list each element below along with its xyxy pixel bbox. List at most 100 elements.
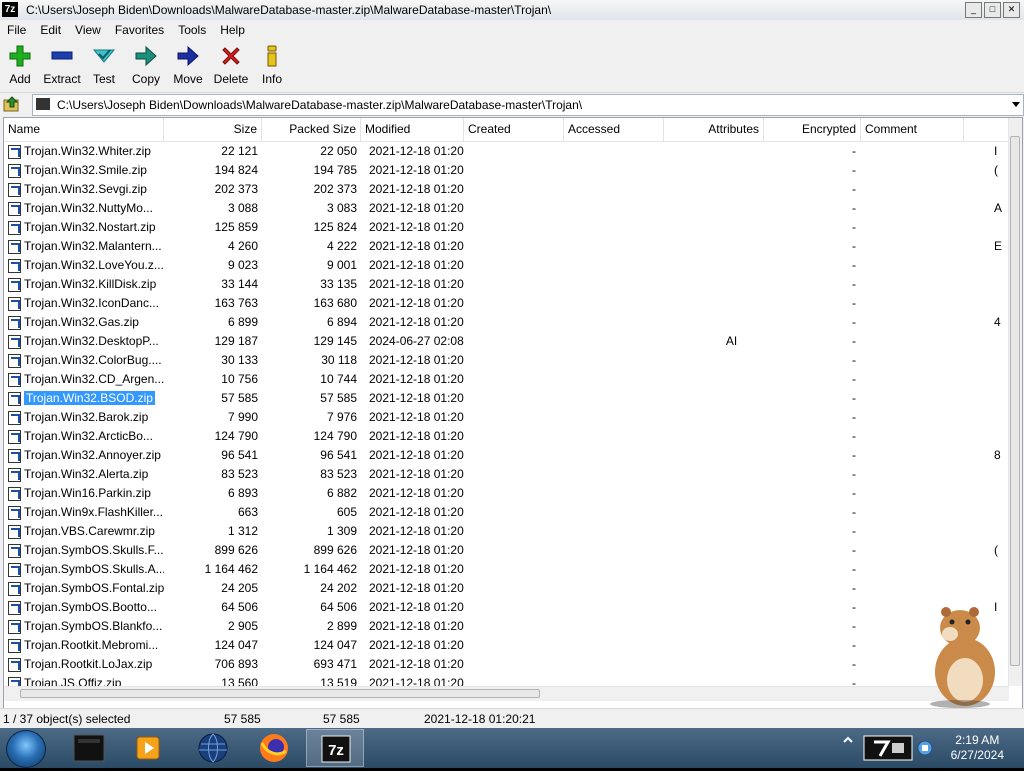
table-row[interactable]: Trojan.Win32.DesktopP... 129 187 129 145 20… [4,332,1009,351]
file-modified: 2021-12-18 01:20 [369,182,464,196]
chevron-down-icon[interactable] [1012,102,1020,107]
table-row[interactable]: Trojan.Win32.Alerta.zip 83 523 83 523 2021-… [4,465,1009,484]
menu-edit[interactable]: Edit [33,20,68,40]
table-row[interactable]: Trojan.Win32.NuttyMo... 3 088 3 083 2021-12… [4,199,1009,218]
file-name: Trojan.Win9x.FlashKiller... [24,505,163,519]
table-row[interactable]: Trojan.Win32.Nostart.zip 125 859 125 824 20… [4,218,1009,237]
zip-file-icon [8,543,21,558]
file-encrypted: - [852,239,856,253]
info-button[interactable]: Info [250,44,294,86]
table-row[interactable]: Trojan.SymbOS.Blankfo... 2 905 2 899 2021-1… [4,617,1009,636]
table-row[interactable]: Trojan.Win32.IconDanc... 163 763 163 680 20… [4,294,1009,313]
table-row[interactable]: Trojan.Win32.ArcticBo... 124 790 124 790 20… [4,427,1009,446]
clock[interactable]: 2:19 AM 6/27/2024 [951,733,1004,763]
table-row[interactable]: Trojan.Win32.LoveYou.z... 9 023 9 001 2021-… [4,256,1009,275]
file-size: 899 626 [214,543,258,557]
horizontal-scrollbar[interactable] [4,686,1009,701]
table-row[interactable]: Trojan.Win32.Annoyer.zip 96 541 96 541 2021… [4,446,1009,465]
table-row[interactable]: Trojan.Win16.Parkin.zip 6 893 6 882 2021-12… [4,484,1009,503]
menu-bar: File Edit View Favorites Tools Help [0,20,1024,40]
column-size[interactable]: Size [164,118,262,141]
taskbar-7zip[interactable]: 7z [306,729,364,767]
menu-help[interactable]: Help [213,20,252,40]
table-row[interactable]: Trojan.SymbOS.Skulls.F.... 899 626 899 626… [4,541,1009,560]
add-button[interactable]: Add [0,44,42,86]
table-row[interactable]: Trojan.Win32.Malantern... 4 260 4 222 2021-… [4,237,1009,256]
table-row[interactable]: Trojan.Win32.ColorBug.... 30 133 30 118 202… [4,351,1009,370]
table-row[interactable]: Trojan.Rootkit.Mebromi... 124 047 124 047 2… [4,636,1009,655]
7zip-app-icon[interactable]: 7z [2,2,18,17]
vertical-scrollbar[interactable] [1008,118,1022,686]
dark-box-app-icon [73,734,105,762]
vertical-scroll-thumb[interactable] [1010,136,1020,666]
table-row[interactable]: Trojan.Rootkit.LoJax.zip 706 893 693 471 20… [4,655,1009,674]
column-comment[interactable]: Comment [861,118,964,141]
file-packed-size: 96 541 [320,448,357,462]
menu-file[interactable]: File [0,20,33,40]
table-row[interactable]: Trojan.Win32.KillDisk.zip 33 144 33 135 202… [4,275,1009,294]
table-row[interactable]: Trojan.Win32.Sevgi.zip 202 373 202 373 2021… [4,180,1009,199]
table-row[interactable]: Trojan.Win32.BSOD.zip 57 585 57 585 2021-12… [4,389,1009,408]
file-size: 57 585 [221,391,258,405]
table-row[interactable]: Trojan.Win32.CD_Argen... 10 756 10 744 2021… [4,370,1009,389]
table-row[interactable]: Trojan.Win32.Barok.zip 7 990 7 976 2021-12-… [4,408,1009,427]
minimize-icon[interactable]: _ [965,2,982,18]
table-row[interactable]: Trojan.Win9x.FlashKiller... 663 605 2021-12… [4,503,1009,522]
folder-up-icon[interactable] [3,95,21,113]
horizontal-scroll-thumb[interactable] [20,689,540,698]
column-attributes[interactable]: Attributes [664,118,764,141]
file-encrypted: - [852,619,856,633]
file-size: 163 763 [214,296,258,310]
column-modified[interactable]: Modified [361,118,464,141]
copy-button[interactable]: Copy [124,44,168,86]
start-orb-icon[interactable] [6,730,46,768]
file-rows: Trojan.Win32.Whiter.zip 22 121 22 050 2021-… [4,142,1009,686]
file-attributes [704,199,759,218]
table-row[interactable]: Trojan.SymbOS.Skulls.A... 1 164 462 1 164 … [4,560,1009,579]
taskbar-globe[interactable] [184,729,242,767]
close-icon[interactable]: ✕ [1003,2,1020,18]
tray-7zip-icon[interactable] [862,734,914,762]
firefox-icon [260,734,288,762]
taskbar-media-player[interactable] [120,729,178,767]
column-created[interactable]: Created [464,118,564,141]
move-button[interactable]: Move [166,44,210,86]
file-encrypted: - [852,524,856,538]
network-icon[interactable] [916,739,934,757]
table-row[interactable]: Trojan.Win32.Gas.zip 6 899 6 894 2021-12-18… [4,313,1009,332]
column-name[interactable]: Name [4,118,164,141]
tray-expand-icon[interactable] [840,728,856,768]
menu-tools[interactable]: Tools [171,20,213,40]
table-row[interactable]: Trojan.SymbOS.Fontal.zip 24 205 24 202 2021… [4,579,1009,598]
zip-file-icon [8,182,21,197]
menu-favorites[interactable]: Favorites [108,20,171,40]
column-packed-size[interactable]: Packed Size [262,118,361,141]
file-name-cell: Trojan.Win16.Parkin.zip [6,484,164,503]
title-bar[interactable]: 7z C:\Users\Joseph Biden\Downloads\Malwa… [0,0,1024,21]
file-name-cell: Trojan.SymbOS.Skulls.A... [6,560,164,579]
zip-file-icon [8,144,21,159]
column-encrypted[interactable]: Encrypted [764,118,861,141]
taskbar-firefox[interactable] [245,729,303,767]
table-row[interactable]: Trojan.Win32.Whiter.zip 22 121 22 050 2021-… [4,142,1009,161]
menu-view[interactable]: View [68,20,108,40]
archive-folder-icon [36,98,50,110]
test-button[interactable]: Test [82,44,126,86]
extract-button[interactable]: Extract [40,44,84,86]
taskbar-file-manager[interactable] [60,729,118,767]
file-size: 706 893 [214,657,258,671]
table-row[interactable]: Trojan.JS.Offiz.zip 13 560 13 519 2021-12-1… [4,674,1009,686]
column-accessed[interactable]: Accessed [564,118,664,141]
file-attributes [704,598,759,617]
zip-file-icon [8,581,21,596]
table-row[interactable]: Trojan.VBS.Carewmr.zip 1 312 1 309 2021-12-… [4,522,1009,541]
file-size: 6 893 [227,486,258,500]
table-row[interactable]: Trojan.Win32.Smile.zip 194 824 194 785 2021… [4,161,1009,180]
file-size: 125 859 [214,220,258,234]
file-name: Trojan.Win32.ColorBug.... [24,353,162,367]
file-size: 4 260 [227,239,258,253]
delete-button[interactable]: Delete [209,44,253,86]
maximize-icon[interactable]: □ [984,2,1001,18]
path-input[interactable]: C:\Users\Joseph Biden\Downloads\MalwareD… [32,94,1024,116]
table-row[interactable]: Trojan.SymbOS.Bootto... 64 506 64 506 2021-… [4,598,1009,617]
